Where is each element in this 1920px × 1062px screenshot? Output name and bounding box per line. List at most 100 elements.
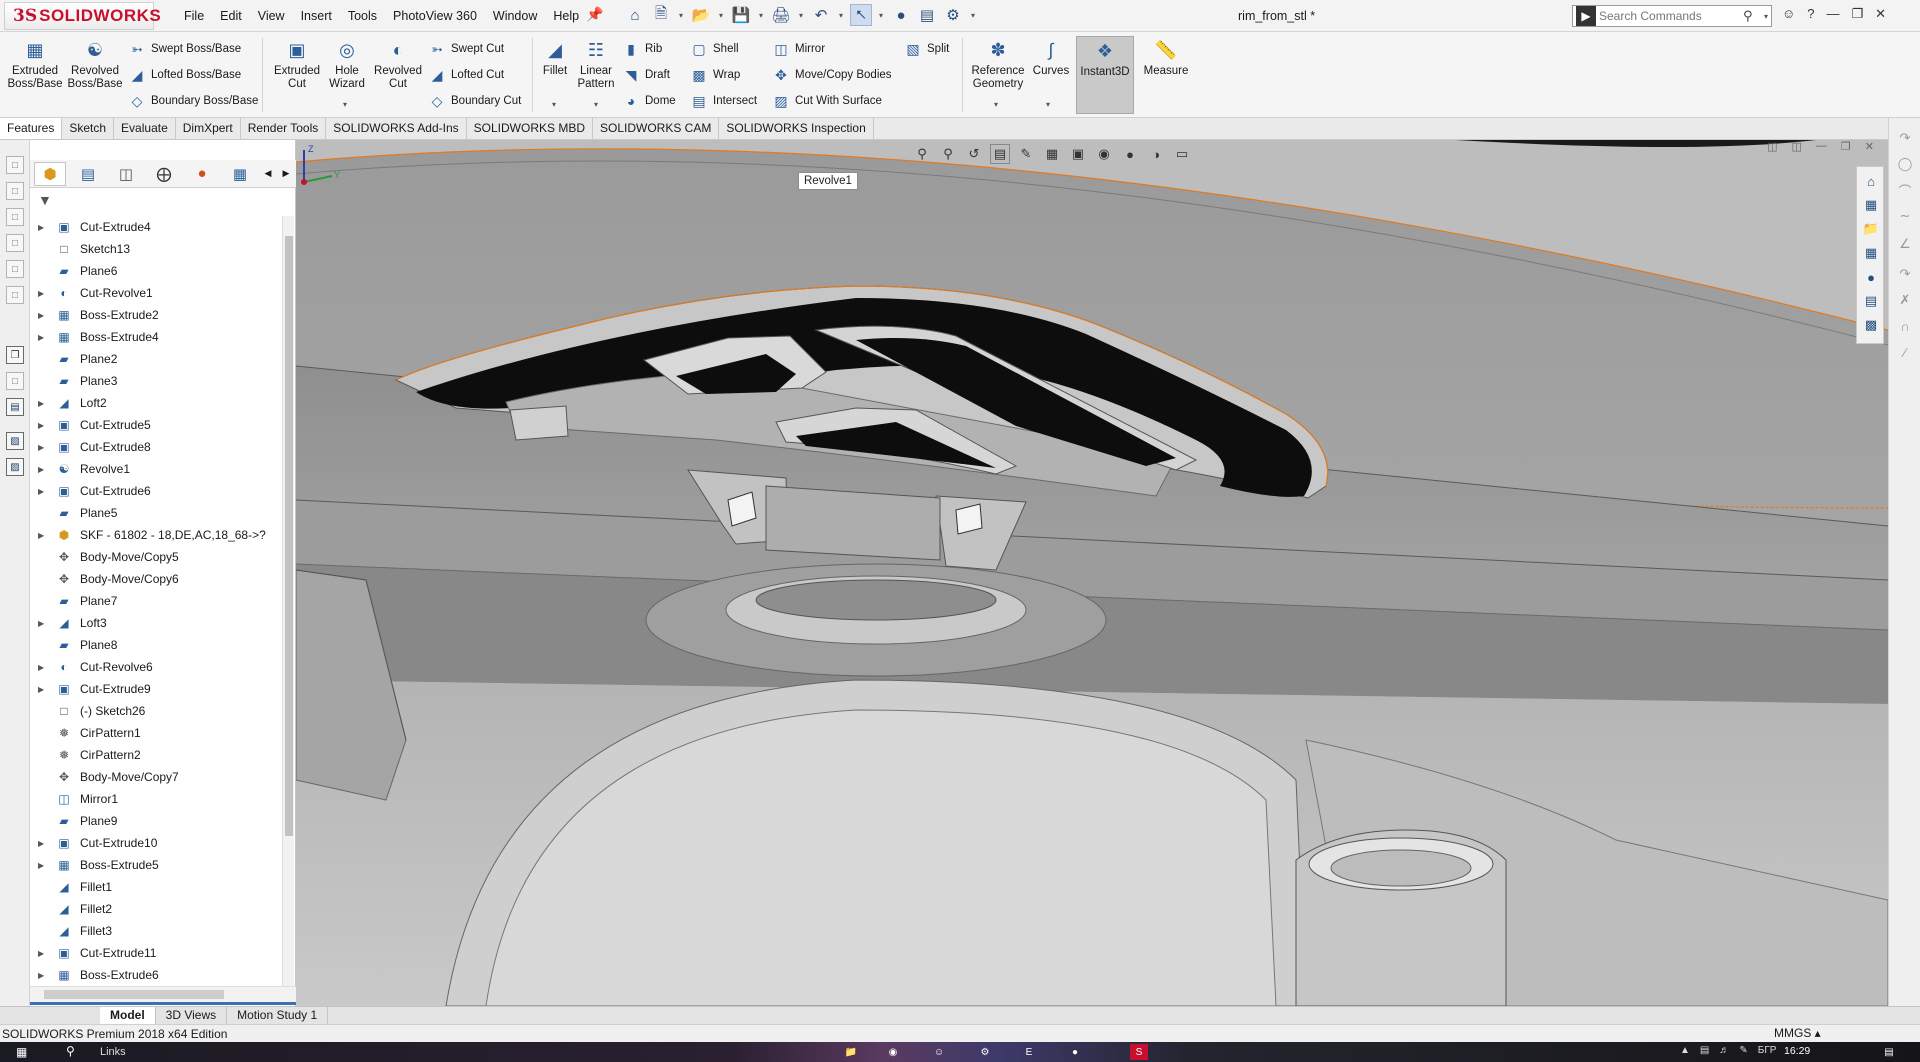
tree-item[interactable]: ▰ Plane6 xyxy=(30,260,282,282)
menu-file[interactable]: File xyxy=(176,7,212,25)
tab-mbd[interactable]: SOLIDWORKS MBD xyxy=(467,118,593,139)
draft-button[interactable]: ◥ Draft xyxy=(622,66,670,84)
reference-geometry-dropdown-icon[interactable]: ▾ xyxy=(994,100,998,109)
tree-item[interactable]: ▶ ▣ Cut-Extrude5 xyxy=(30,414,282,436)
boundary-cut-button[interactable]: ◇ Boundary Cut xyxy=(428,92,522,110)
tree-item[interactable]: ▶ ◐ Cut-Revolve6 xyxy=(30,656,282,678)
tab-cam[interactable]: SOLIDWORKS CAM xyxy=(593,118,720,139)
unit-system-selector[interactable]: MMGS ▴ xyxy=(1774,1026,1821,1040)
save-icon[interactable]: 💾 xyxy=(730,4,752,26)
tree-item[interactable]: ▶ ▦ Boss-Extrude5 xyxy=(30,854,282,876)
file-properties-icon[interactable]: ▤ xyxy=(916,4,938,26)
spotify-app-icon[interactable]: ● xyxy=(1066,1044,1084,1060)
home-icon[interactable]: ⌂ xyxy=(624,4,646,26)
instant3d-button[interactable]: ❖ Instant3D xyxy=(1076,36,1134,114)
help-icon[interactable]: ? xyxy=(1807,6,1814,22)
linear-pattern-button[interactable]: ☷ Linear Pattern xyxy=(574,38,618,91)
hole-wizard-button[interactable]: ◎ Hole Wizard xyxy=(326,38,368,91)
tree-item[interactable]: ◢ Fillet2 xyxy=(30,898,282,920)
extruded-cut-button[interactable]: ▣ Extruded Cut xyxy=(270,38,324,91)
new-dropdown-icon[interactable]: ▾ xyxy=(676,11,686,20)
linear-pattern-dropdown-icon[interactable]: ▾ xyxy=(594,100,598,109)
open-dropdown-icon[interactable]: ▾ xyxy=(716,11,726,20)
fillet-dropdown-icon[interactable]: ▾ xyxy=(552,100,556,109)
steam-app-icon[interactable]: ⚙ xyxy=(976,1044,994,1060)
zoom-to-area-icon[interactable]: ⚲ xyxy=(938,144,958,164)
search-dropdown-icon[interactable]: ▾ xyxy=(1761,12,1771,21)
menu-edit[interactable]: Edit xyxy=(212,7,250,25)
tree-horizontal-scrollbar[interactable] xyxy=(30,986,296,1002)
tree-item[interactable]: ▰ Plane3 xyxy=(30,370,282,392)
network-icon[interactable]: ▤ xyxy=(1700,1045,1709,1056)
tree-item[interactable]: ▶ ▦ Boss-Extrude4 xyxy=(30,326,282,348)
rib-button[interactable]: ▮ Rib xyxy=(622,40,662,58)
expand-arrow-icon[interactable]: ▶ xyxy=(38,289,48,298)
tree-vertical-scrollbar[interactable] xyxy=(282,216,294,986)
menu-window[interactable]: Window xyxy=(485,7,545,25)
expand-arrow-icon[interactable]: ▶ xyxy=(38,223,48,232)
forum-icon[interactable]: ▩ xyxy=(1861,315,1881,335)
expand-arrow-icon[interactable]: ▶ xyxy=(38,443,48,452)
previous-view-icon[interactable]: ↺ xyxy=(964,144,984,164)
viewport-minimize-icon[interactable]: — xyxy=(1816,140,1827,153)
select-filter-icon[interactable]: ❐ xyxy=(6,346,24,364)
search-type-icon[interactable]: ▶ xyxy=(1576,6,1596,26)
tree-item[interactable]: ▰ Plane7 xyxy=(30,590,282,612)
options-dropdown-icon[interactable]: ▾ xyxy=(968,11,978,20)
intersect-button[interactable]: ▤ Intersect xyxy=(690,92,757,110)
expand-arrow-icon[interactable]: ▶ xyxy=(38,619,48,628)
tree-item[interactable]: ▶ ▣ Cut-Extrude11 xyxy=(30,942,282,964)
volume-icon[interactable]: ♬ xyxy=(1719,1045,1729,1056)
links-toolbar-label[interactable]: Links xyxy=(100,1046,126,1058)
expand-arrow-icon[interactable]: ▶ xyxy=(38,333,48,342)
tree-item[interactable]: ▶ ▦ Boss-Extrude6 xyxy=(30,964,282,984)
view-settings-icon[interactable]: ▭ xyxy=(1172,144,1192,164)
circle-tool-icon[interactable]: □ xyxy=(6,260,24,278)
tab-sketch[interactable]: Sketch xyxy=(62,118,115,139)
hole-wizard-dropdown-icon[interactable]: ▾ xyxy=(343,100,347,109)
pattern-sketch-icon[interactable]: ∕ xyxy=(1895,342,1915,362)
hide-show-items-icon[interactable]: ◉ xyxy=(1094,144,1114,164)
expand-arrow-icon[interactable]: ▶ xyxy=(38,663,48,672)
fillet-sketch-icon[interactable]: ↷ xyxy=(1895,264,1915,284)
rebuild-icon[interactable]: ● xyxy=(890,4,912,26)
dynamic-annotation-icon[interactable]: ✎ xyxy=(1016,144,1036,164)
pen-icon[interactable]: ✎ xyxy=(1739,1045,1747,1056)
pin-menu-icon[interactable]: 📌 xyxy=(586,6,603,23)
tabs-scroll-left-icon[interactable]: ◀ xyxy=(262,162,274,186)
solidworks-logo[interactable]: 3S SOLIDWORKS xyxy=(4,2,161,30)
design-library-icon[interactable]: ▦ xyxy=(1861,195,1881,215)
rectangle-tool-icon[interactable]: □ xyxy=(6,234,24,252)
expand-arrow-icon[interactable]: ▶ xyxy=(38,839,48,848)
wrap-button[interactable]: ▩ Wrap xyxy=(690,66,740,84)
tree-item[interactable]: ▰ Plane2 xyxy=(30,348,282,370)
revolved-boss-button[interactable]: ☯ Revolved Boss/Base xyxy=(66,38,124,91)
tree-item[interactable]: ▰ Plane5 xyxy=(30,502,282,524)
user-icon[interactable]: ☺ xyxy=(1782,6,1795,22)
chrome-app-icon[interactable]: ◉ xyxy=(884,1044,902,1060)
expand-arrow-icon[interactable]: ▶ xyxy=(38,531,48,540)
tree-item[interactable]: ▶ ▣ Cut-Extrude10 xyxy=(30,832,282,854)
windows-start-icon[interactable]: ▦ xyxy=(16,1045,32,1059)
curves-dropdown-icon[interactable]: ▾ xyxy=(1046,100,1050,109)
scrollbar-thumb[interactable] xyxy=(285,236,293,836)
options-gear-icon[interactable]: ⚙ xyxy=(942,4,964,26)
edit-appearance-icon[interactable]: ● xyxy=(1120,144,1140,164)
scrollbar-thumb[interactable] xyxy=(44,990,224,999)
feature-tree-tab-icon[interactable]: ⬢ xyxy=(34,161,66,186)
undo-dropdown-icon[interactable]: ▾ xyxy=(836,11,846,20)
swept-boss-button[interactable]: ➳ Swept Boss/Base xyxy=(128,40,241,58)
tab-dimxpert[interactable]: DimXpert xyxy=(176,118,241,139)
display-relations-icon[interactable]: ▤ xyxy=(6,398,24,416)
tree-item[interactable]: ▶ ▦ Boss-Extrude2 xyxy=(30,304,282,326)
tree-item[interactable]: ▶ ◢ Loft2 xyxy=(30,392,282,414)
expand-arrow-icon[interactable]: ▶ xyxy=(38,487,48,496)
mirror-sketch-icon[interactable]: ∩ xyxy=(1895,316,1915,336)
split-button[interactable]: ▧ Split xyxy=(904,40,949,58)
filter-icon[interactable]: ▼ xyxy=(38,192,52,208)
tab-addins[interactable]: SOLIDWORKS Add-Ins xyxy=(326,118,467,139)
tab-render-tools[interactable]: Render Tools xyxy=(241,118,327,139)
expand-arrow-icon[interactable]: ▶ xyxy=(38,685,48,694)
menu-help[interactable]: Help xyxy=(545,7,587,25)
appearances-icon[interactable]: ● xyxy=(1861,267,1881,287)
